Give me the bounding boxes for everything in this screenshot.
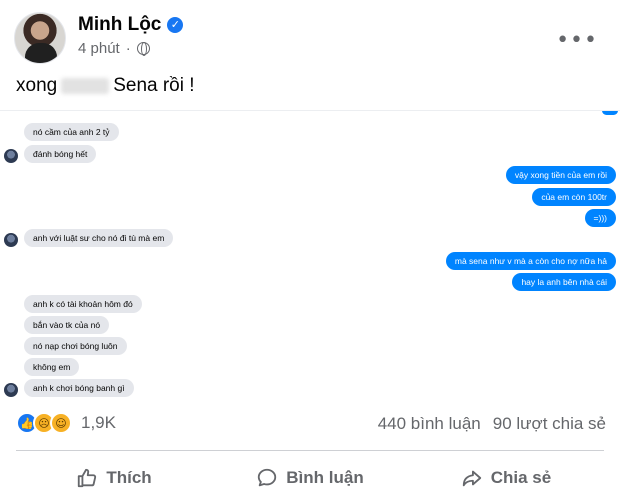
verified-badge-icon: ✓ (167, 17, 184, 33)
share-icon (462, 470, 481, 487)
sender-avatar (4, 233, 18, 247)
chat-message-outgoing: hay la anh bên nhà cái (512, 273, 616, 291)
comment-button[interactable]: Bình luận (212, 460, 408, 496)
chat-message-incoming: không em (24, 358, 80, 376)
share-count[interactable]: 90 lượt chia sẻ (493, 414, 606, 434)
more-options-icon[interactable]: ••• (556, 28, 598, 53)
author-avatar[interactable] (14, 12, 66, 64)
chat-message-outgoing: vậy xong tiền của em rồi (505, 166, 616, 184)
share-button[interactable]: Chia sẻ (408, 460, 604, 496)
caption-text-start: xong (16, 75, 58, 96)
share-label: Chia sẻ (490, 468, 552, 487)
chat-message-incoming: anh k có tài khoản hôm đó (24, 295, 142, 313)
author-row: Minh Lộc ✓ (78, 14, 184, 36)
comment-count[interactable]: 440 bình luận (378, 414, 481, 434)
chat-message-incoming: nó cầm của anh 2 tỷ (24, 123, 119, 141)
chat-message-incoming: anh k chơi bóng banh gì (24, 379, 134, 397)
outgoing-bubble-fragment (602, 111, 618, 115)
thumbs-up-icon (78, 468, 97, 488)
post-meta: 4 phút · (78, 40, 150, 57)
comment-label: Bình luận (286, 468, 364, 487)
post-time[interactable]: 4 phút (78, 40, 120, 57)
author-name[interactable]: Minh Lộc (78, 14, 161, 36)
globe-icon[interactable] (136, 42, 150, 56)
chat-message-outgoing: mà sena như v mà a còn cho nợ nữa hả (445, 252, 616, 270)
post-actions: Thích Bình luận Chia sẻ (16, 460, 604, 496)
blurred-word (61, 78, 110, 94)
caption-text-end: Sena rồi ! (113, 75, 195, 96)
post-caption: xong Sena rồi ! (16, 75, 195, 97)
sender-avatar (4, 383, 18, 397)
sad-face-icon: ☹ (38, 416, 50, 430)
dot-separator: · (125, 40, 131, 57)
chat-message-incoming: đánh bóng hết (24, 145, 97, 163)
chat-message-incoming: anh với luật sư cho nó đi tù mà em (24, 229, 174, 247)
chat-message-incoming: bắn vào tk của nó (24, 316, 110, 334)
chat-screenshot: nó cầm của anh 2 tỷ đánh bóng hết vậy xo… (0, 110, 620, 400)
post-stats: 440 bình luận 90 lượt chia sẻ (378, 414, 606, 434)
chat-message-incoming: nó nạp chơi bóng luôn (24, 337, 127, 355)
comment-icon (258, 468, 277, 487)
sender-avatar (4, 149, 18, 163)
laugh-face-icon: ☺ (55, 416, 67, 430)
like-button[interactable]: Thích (16, 460, 212, 496)
like-label: Thích (106, 468, 152, 487)
post-header: Minh Lộc ✓ 4 phút · ••• (14, 10, 606, 66)
reaction-count[interactable]: 1,9K (81, 413, 116, 433)
chat-message-outgoing: của em còn 100tr (532, 188, 616, 206)
reactions-summary[interactable]: 👍 ☹ ☺ 1,9K (16, 412, 116, 434)
chat-message-outgoing: =))) (584, 209, 616, 227)
divider (16, 450, 604, 451)
haha-reaction-icon: ☺ (50, 412, 72, 434)
